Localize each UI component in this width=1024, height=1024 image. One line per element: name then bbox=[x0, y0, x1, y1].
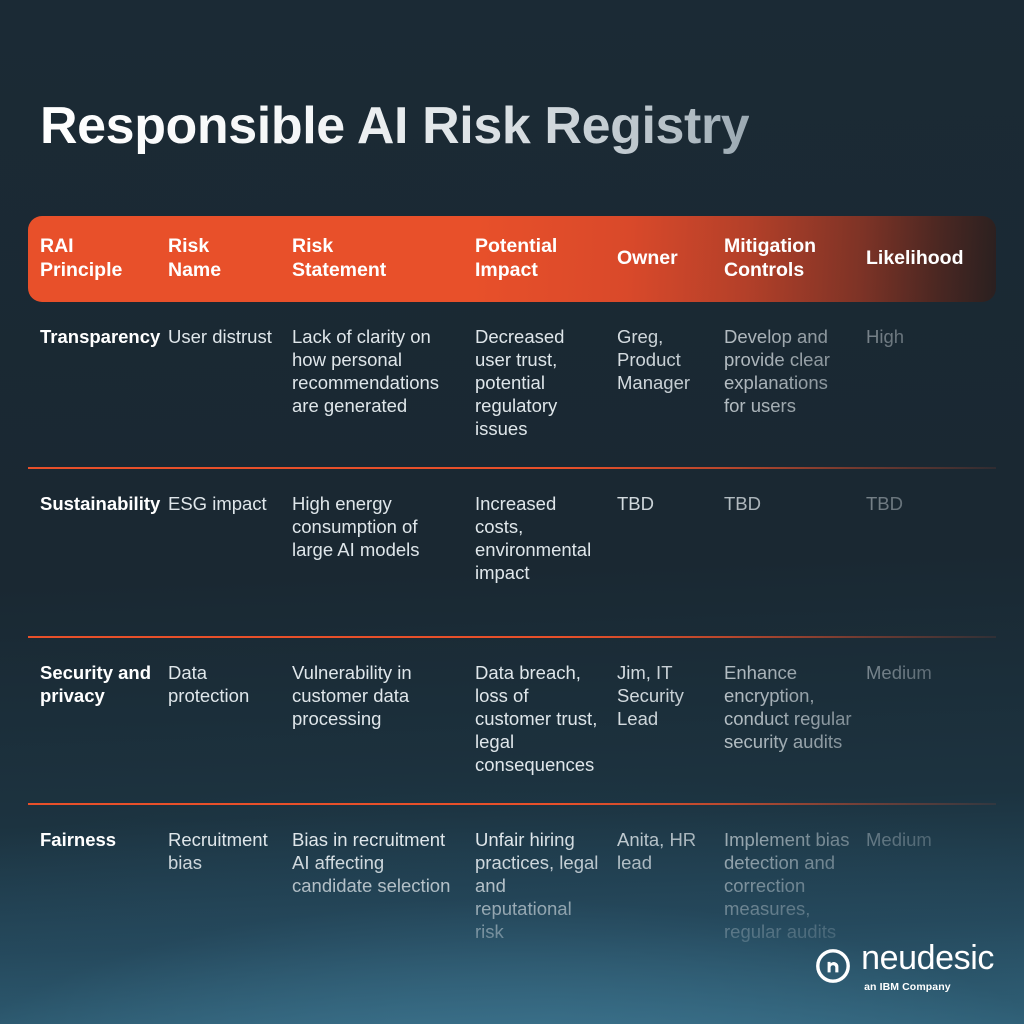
cell-likelihood: High bbox=[866, 326, 905, 347]
cell-owner: Greg, Product Manager bbox=[617, 326, 691, 393]
cell-rai-principle: Transparency bbox=[40, 326, 161, 347]
cell-mitigation-controls: Enhance encryption, conduct regular secu… bbox=[724, 662, 852, 753]
column-header-line1: RAI bbox=[40, 235, 74, 258]
table-header-row: RAI Principle Risk Name Risk Statement P… bbox=[28, 216, 996, 302]
column-header-risk-statement: Risk Statement bbox=[292, 235, 475, 283]
column-header-risk-name: Risk Name bbox=[168, 235, 292, 283]
cell-mitigation-controls: Develop and provide clear explanations f… bbox=[724, 326, 830, 416]
cell-owner: Anita, HR lead bbox=[617, 829, 697, 874]
cell-mitigation-controls: TBD bbox=[724, 492, 761, 514]
cell-likelihood: TBD bbox=[866, 492, 903, 514]
column-header-line1: Likelihood bbox=[866, 247, 964, 270]
column-header-line1: Owner bbox=[617, 247, 678, 270]
cell-risk-statement: Vulnerability in customer data processin… bbox=[292, 662, 412, 730]
cell-risk-statement: Lack of clarity on how personal recommen… bbox=[292, 326, 440, 416]
logo-wordmark: neudesic bbox=[861, 938, 994, 977]
column-header-line2: Impact bbox=[475, 259, 538, 281]
cell-risk-name: User distrust bbox=[168, 326, 272, 347]
table-row: Sustainability ESG impact High energy co… bbox=[28, 469, 996, 637]
neudesic-logo: neudesic an IBM Company bbox=[816, 941, 994, 993]
column-header-line1: Mitigation bbox=[724, 235, 817, 258]
cell-rai-principle: Fairness bbox=[40, 829, 117, 851]
column-header-line2: Name bbox=[168, 259, 222, 281]
cell-potential-impact: Unfair hiring practices, legal and reput… bbox=[475, 829, 599, 942]
column-header-line2: Principle bbox=[40, 259, 123, 281]
column-header-line2: Statement bbox=[292, 259, 387, 281]
column-header-likelihood: Likelihood bbox=[866, 247, 996, 271]
column-header-line1: Risk bbox=[292, 235, 334, 258]
table-row: Transparency User distrust Lack of clari… bbox=[28, 302, 996, 467]
cell-mitigation-controls: Implement bias detection and correction … bbox=[724, 829, 850, 942]
cell-risk-name: ESG impact bbox=[168, 492, 267, 514]
cell-risk-name: Data protection bbox=[168, 662, 250, 707]
cell-rai-principle: Security and privacy bbox=[40, 662, 152, 707]
column-header-line1: Potential bbox=[475, 235, 558, 258]
cell-potential-impact: Increased costs, environmental impact bbox=[475, 492, 592, 583]
cell-owner: Jim, IT Security Lead bbox=[617, 662, 684, 730]
column-header-owner: Owner bbox=[617, 247, 724, 271]
column-header-line2: Controls bbox=[724, 259, 805, 281]
slide-canvas: Responsible AI Risk Registry RAI Princip… bbox=[0, 0, 1024, 1024]
cell-potential-impact: Data breach, loss of customer trust, leg… bbox=[475, 662, 598, 776]
column-header-mitigation-controls: Mitigation Controls bbox=[724, 235, 866, 283]
logo-tagline: an IBM Company bbox=[864, 980, 951, 993]
table-row: Security and privacy Data protection Vul… bbox=[28, 638, 996, 803]
neudesic-circle-n-icon bbox=[816, 949, 850, 984]
cell-rai-principle: Sustainability bbox=[40, 492, 161, 514]
page-title: Responsible AI Risk Registry bbox=[40, 96, 750, 155]
column-header-potential-impact: Potential Impact bbox=[475, 235, 617, 283]
column-header-rai-principle: RAI Principle bbox=[28, 235, 168, 283]
risk-registry-table: RAI Principle Risk Name Risk Statement P… bbox=[28, 216, 996, 968]
cell-risk-name: Recruitment bias bbox=[168, 829, 268, 874]
column-header-line1: Risk bbox=[168, 235, 210, 258]
cell-risk-statement: High energy consumption of large AI mode… bbox=[292, 492, 420, 560]
cell-owner: TBD bbox=[617, 492, 654, 514]
cell-likelihood: Medium bbox=[866, 662, 932, 684]
cell-risk-statement: Bias in recruitment AI affecting candida… bbox=[292, 829, 451, 896]
cell-likelihood: Medium bbox=[866, 829, 932, 851]
logo-text-block: neudesic an IBM Company bbox=[861, 941, 994, 993]
cell-potential-impact: Decreased user trust, potential regulato… bbox=[475, 326, 565, 439]
